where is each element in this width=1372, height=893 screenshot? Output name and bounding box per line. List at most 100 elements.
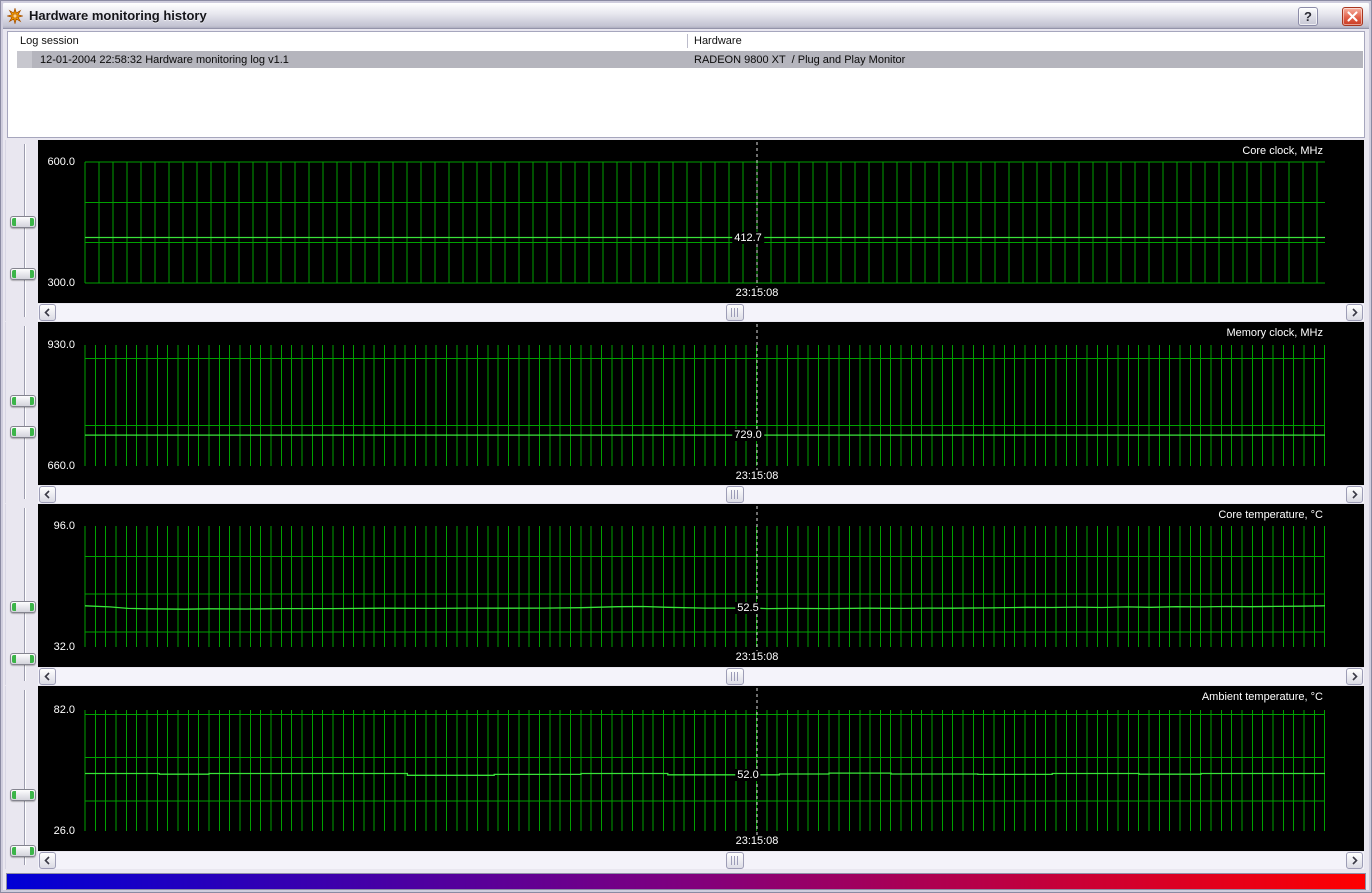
scroll-thumb-grip [730, 490, 740, 499]
slider-cap [30, 269, 34, 278]
row-icon-cell [17, 51, 32, 68]
chevron-left-icon [44, 856, 50, 865]
scroll-thumb[interactable] [726, 304, 745, 321]
graph-title: Core temperature, °C [1218, 509, 1323, 521]
y-min-label: 32.0 [53, 641, 75, 653]
time-scrollbar-3[interactable] [38, 852, 1364, 869]
y-max-label: 600.0 [47, 156, 75, 168]
chevron-left-icon [44, 672, 50, 681]
help-button[interactable]: ? [1298, 7, 1318, 26]
time-scrollbar-1[interactable] [38, 486, 1364, 503]
column-header-log-session[interactable]: Log session [20, 32, 79, 50]
scroll-thumb[interactable] [726, 668, 745, 685]
scroll-left-button[interactable] [39, 852, 56, 869]
marker-time-label: 23:15:08 [735, 287, 779, 299]
graph-panel-0[interactable]: Core clock, MHz 600.0 300.0 412.7 23:15:08 [38, 140, 1364, 303]
graph-title: Core clock, MHz [1242, 145, 1323, 157]
y-range-slider-1 [5, 322, 38, 503]
scroll-right-button[interactable] [1346, 852, 1363, 869]
log-session-cell: 12-01-2004 22:58:32 Hardware monitoring … [40, 53, 289, 66]
marker-time-label: 23:15:08 [735, 651, 779, 663]
marker-value-label: 412.7 [732, 232, 764, 244]
y-axis-slider-thumb[interactable] [10, 789, 36, 802]
marker-value-label: 52.0 [735, 769, 761, 781]
graph-panel-1[interactable]: Memory clock, MHz 930.0 660.0 729.0 23:15:08 [38, 322, 1364, 485]
scroll-thumb[interactable] [726, 852, 745, 869]
gradient-scale-bar [6, 873, 1366, 890]
chevron-left-icon [44, 308, 50, 317]
title-bar[interactable]: Hardware monitoring history ? [3, 3, 1369, 29]
y-axis-slider-track[interactable] [24, 144, 26, 317]
close-button[interactable] [1342, 7, 1363, 26]
graph-grid [84, 506, 1326, 651]
scroll-right-button[interactable] [1346, 304, 1363, 321]
scroll-left-button[interactable] [39, 304, 56, 321]
hardware-monitoring-history-window: Hardware monitoring history ? Log sessio… [0, 0, 1372, 893]
column-divider[interactable] [687, 34, 688, 48]
time-scrollbar-2[interactable] [38, 668, 1364, 685]
graph-panel-2[interactable]: Core temperature, °C 96.0 32.0 52.5 23:15:08 [38, 504, 1364, 667]
marker-time-label: 23:15:08 [735, 835, 779, 847]
y-min-label: 300.0 [47, 277, 75, 289]
slider-cap [12, 427, 16, 436]
marker-time-label: 23:15:08 [735, 470, 779, 482]
marker-value-label: 729.0 [732, 429, 764, 441]
slider-cap [30, 603, 34, 612]
chevron-right-icon [1352, 856, 1358, 865]
slider-cap [12, 397, 16, 406]
time-scrollbar-0[interactable] [38, 304, 1364, 321]
slider-cap [12, 269, 16, 278]
chevron-right-icon [1352, 308, 1358, 317]
slider-cap [12, 846, 16, 855]
graph-grid [84, 142, 1325, 287]
y-range-slider-2 [5, 504, 38, 685]
y-min-label: 26.0 [53, 825, 75, 837]
y-axis-slider-thumb[interactable] [10, 425, 36, 438]
y-axis-slider-thumb[interactable] [10, 267, 36, 280]
y-max-label: 930.0 [47, 339, 75, 351]
scroll-thumb-grip [730, 856, 740, 865]
slider-cap [30, 218, 34, 227]
y-axis-slider-thumb[interactable] [10, 395, 36, 408]
scroll-left-button[interactable] [39, 668, 56, 685]
slider-cap [12, 791, 16, 800]
log-session-row-selected[interactable]: 12-01-2004 22:58:32 Hardware monitoring … [17, 51, 1363, 68]
y-max-label: 82.0 [53, 704, 75, 716]
slider-cap [30, 791, 34, 800]
hardware-cell: RADEON 9800 XT / Plug and Play Monitor [694, 53, 906, 66]
scroll-left-button[interactable] [39, 486, 56, 503]
graph-title: Ambient temperature, °C [1201, 691, 1323, 703]
scroll-thumb-grip [730, 672, 740, 681]
graph-grid [84, 688, 1326, 835]
slider-cap [30, 846, 34, 855]
chevron-right-icon [1352, 672, 1358, 681]
slider-cap [30, 397, 34, 406]
help-icon: ? [1304, 9, 1312, 24]
graph-title: Memory clock, MHz [1226, 327, 1323, 339]
chevron-left-icon [44, 490, 50, 499]
graph-grid [84, 324, 1326, 470]
y-axis-slider-thumb[interactable] [10, 652, 36, 665]
slider-cap [30, 427, 34, 436]
y-axis-slider-track[interactable] [24, 690, 26, 865]
column-header-hardware[interactable]: Hardware [694, 32, 742, 50]
y-axis-slider-thumb[interactable] [10, 844, 36, 857]
y-axis-slider-track[interactable] [24, 326, 26, 499]
graph-panel-3[interactable]: Ambient temperature, °C 82.0 26.0 52.0 23:15… [38, 686, 1364, 851]
slider-cap [12, 218, 16, 227]
scroll-right-button[interactable] [1346, 486, 1363, 503]
y-range-slider-0 [5, 140, 38, 321]
scroll-right-button[interactable] [1346, 668, 1363, 685]
y-max-label: 96.0 [53, 520, 75, 532]
close-icon [1347, 11, 1358, 22]
y-axis-slider-thumb[interactable] [10, 601, 36, 614]
marker-value-label: 52.5 [735, 602, 761, 614]
slider-cap [30, 654, 34, 663]
chevron-right-icon [1352, 490, 1358, 499]
window-title: Hardware monitoring history [29, 8, 207, 23]
y-axis-slider-thumb[interactable] [10, 216, 36, 229]
slider-cap [12, 654, 16, 663]
scroll-thumb-grip [730, 308, 740, 317]
scroll-thumb[interactable] [726, 486, 745, 503]
slider-cap [12, 603, 16, 612]
